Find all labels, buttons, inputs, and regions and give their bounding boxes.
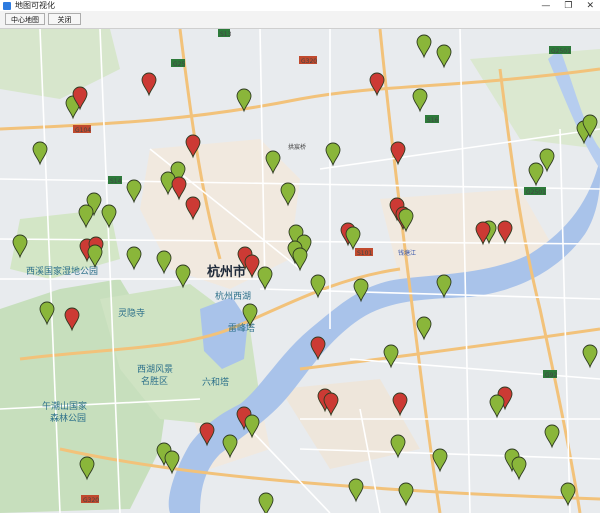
road-shield-g2501: G2501 <box>551 48 571 55</box>
title-bar: 地图可视化 — ❐ ✕ <box>0 0 600 11</box>
gongchen-label: 拱宸桥 <box>288 143 306 151</box>
road-shield-g92: G92 <box>545 372 557 379</box>
scenic-label-line1: 西湖风景 <box>137 364 173 375</box>
road-shield-g320: G320 <box>301 58 317 65</box>
road-shield-s14: S14 <box>110 178 122 185</box>
toolbar: 中心地图 关闭 <box>0 11 600 29</box>
close-window-button[interactable]: ✕ <box>586 1 594 11</box>
road-shield-g25: G25 <box>173 61 185 68</box>
map-window: 地图可视化 — ❐ ✕ 中心地图 关闭 G25 S13 G320 G2501 G… <box>0 0 600 513</box>
maximize-button[interactable]: ❐ <box>564 1 572 11</box>
map-canvas[interactable]: G25 S13 G320 G2501 G104 S16 S14 G92 S101… <box>0 29 600 513</box>
wetland-label: 西溪国家湿地公园 <box>26 265 98 277</box>
road-shield-g104: G104 <box>75 127 91 134</box>
west-lake-label: 杭州西湖 <box>215 290 251 302</box>
road-shield-g2501-east: G2501 <box>526 189 546 196</box>
map-view[interactable]: G25 S13 G320 G2501 G104 S16 S14 G92 S101… <box>0 29 600 513</box>
road-shield-g320-south: G320 <box>83 497 99 504</box>
lingyin-label: 灵隐寺 <box>118 307 145 319</box>
minimize-button[interactable]: — <box>541 1 550 11</box>
road-shield-s16: S16 <box>427 117 439 124</box>
city-label: 杭州市 <box>207 264 246 280</box>
center-map-button[interactable]: 中心地图 <box>5 13 45 25</box>
forest-park-label-line1: 午潮山国家 <box>42 400 87 412</box>
scenic-label-line2: 名胜区 <box>141 375 168 387</box>
road-shield-s13: S13 <box>220 31 232 38</box>
river-label: 钱塘江 <box>398 249 416 257</box>
window-title: 地图可视化 <box>15 0 55 10</box>
app-icon <box>3 1 11 10</box>
window-controls: — ❐ ✕ <box>541 0 594 11</box>
close-button[interactable]: 关闭 <box>48 13 81 25</box>
liuhe-label: 六和塔 <box>202 376 229 388</box>
road-shield-s101: S101 <box>357 250 372 257</box>
forest-park-label-line2: 森林公园 <box>50 412 86 424</box>
